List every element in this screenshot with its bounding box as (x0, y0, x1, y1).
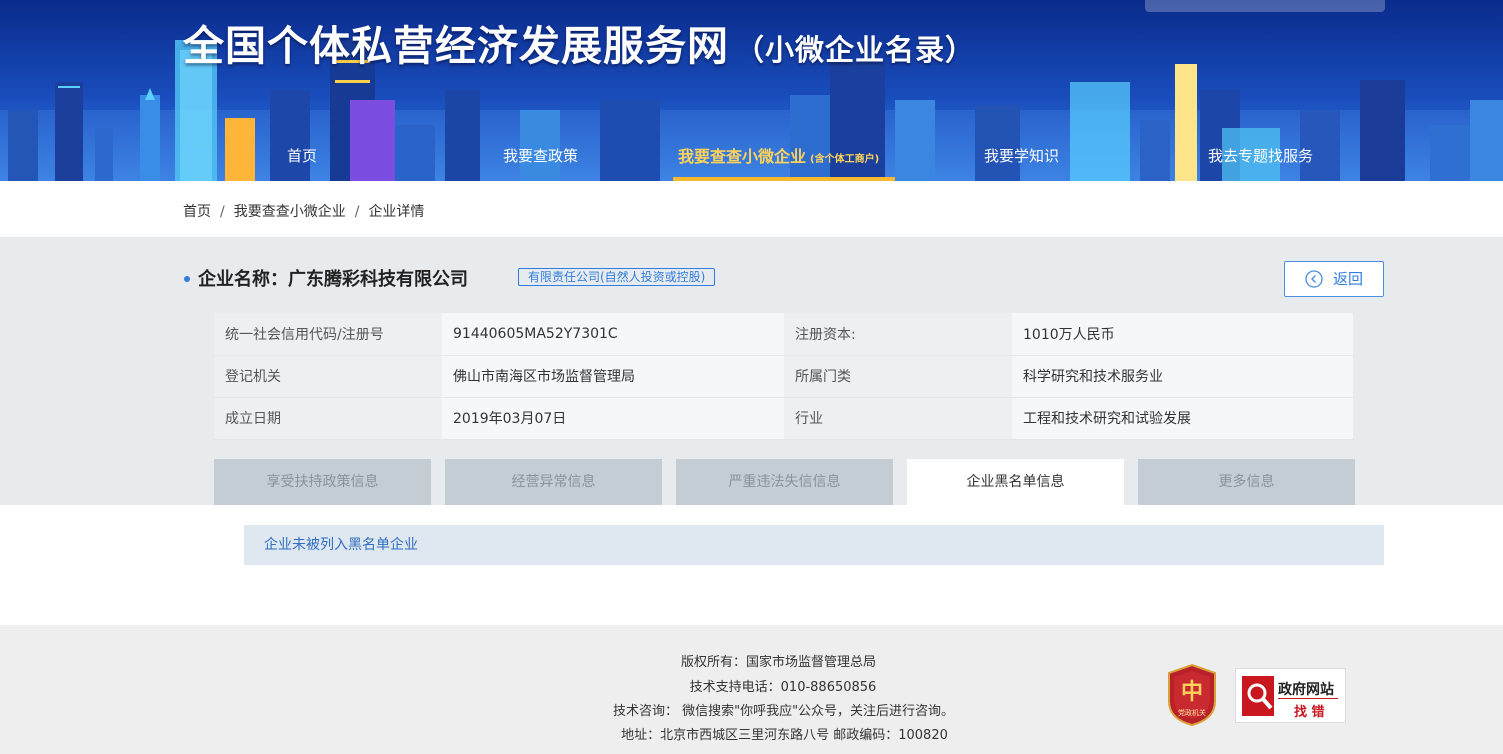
site-title: 全国个体私营经济发展服务网 （小微企业名录） (183, 12, 975, 72)
party-emblem-icon[interactable]: 中 党政机关 (1165, 663, 1219, 727)
table-row: 成立日期 2019年03月07日 行业 工程和技术研究和试验发展 (214, 397, 1353, 440)
label-category: 所属门类 (784, 355, 1012, 398)
party-badge-text: 党政机关 (1178, 708, 1206, 717)
bullet-dot (184, 276, 190, 282)
main-nav: 首页 我要查政策 我要查查小微企业 (含个体工商户) 我要学知识 我去专题找服务 (0, 132, 1503, 181)
nav-home[interactable]: 首页 (287, 132, 317, 181)
value-industry: 工程和技术研究和试验发展 (1012, 397, 1353, 440)
nav-knowledge[interactable]: 我要学知识 (984, 132, 1059, 181)
value-registered-capital: 1010万人民币 (1012, 313, 1353, 356)
value-registration-authority: 佛山市南海区市场监督管理局 (442, 355, 784, 398)
tab-more-info[interactable]: 更多信息 (1138, 459, 1355, 505)
table-row: 统一社会信用代码/注册号 91440605MA52Y7301C 注册资本: 10… (214, 313, 1353, 356)
footer-address: 地址：北京市西城区三里河东路八号 邮政编码：100820 (621, 728, 948, 743)
breadcrumb-separator: / (220, 204, 225, 220)
label-industry: 行业 (784, 397, 1012, 440)
tab-support-policy[interactable]: 享受扶持政策信息 (214, 459, 431, 505)
header-banner: 全国个体私营经济发展服务网 （小微企业名录） 首页 我要查政策 我要查查小微企业(… (0, 0, 1503, 181)
value-credit-code: 91440605MA52Y7301C (442, 313, 784, 356)
value-establish-date: 2019年03月07日 (442, 397, 784, 440)
breadcrumb: 首页 / 我要查查小微企业 / 企业详情 (183, 201, 424, 221)
label-establish-date: 成立日期 (214, 397, 442, 440)
gov-website-error-badge[interactable]: 政府网站 找 错 (1235, 668, 1346, 723)
nav-enterprise-search-sub: (含个体工商户) (810, 154, 880, 165)
company-name-label: 企业名称： (198, 269, 288, 290)
tab-serious-violation[interactable]: 严重违法失信信息 (676, 459, 893, 505)
site-title-main: 全国个体私营经济发展服务网 (183, 22, 729, 70)
company-name: 企业名称：广东腾彩科技有限公司 (198, 265, 468, 291)
nav-enterprise-search-label: 我要查查小微企业 (678, 147, 807, 166)
breadcrumb-separator: / (354, 204, 360, 220)
label-registration-authority: 登记机关 (214, 355, 442, 398)
company-info-table: 统一社会信用代码/注册号 91440605MA52Y7301C 注册资本: 10… (214, 313, 1353, 440)
label-registered-capital: 注册资本: (784, 313, 1012, 356)
top-search-box[interactable] (1145, 0, 1385, 12)
blacklist-result: 企业未被列入黑名单企业 (244, 525, 1384, 565)
site-subtitle: （小微企业名录） (735, 33, 976, 67)
breadcrumb-home[interactable]: 首页 (183, 204, 211, 220)
table-row: 登记机关 佛山市南海区市场监督管理局 所属门类 科学研究和技术服务业 (214, 355, 1353, 398)
value-category: 科学研究和技术服务业 (1012, 355, 1353, 398)
back-button-label: 返回 (1333, 270, 1364, 288)
nav-active-underline (673, 177, 895, 181)
company-name-value: 广东腾彩科技有限公司 (288, 269, 468, 290)
tab-abnormal-operation[interactable]: 经营异常信息 (445, 459, 662, 505)
nav-policy[interactable]: 我要查政策 (503, 132, 578, 181)
nav-enterprise-search[interactable]: 我要查查小微企业 (含个体工商户) (678, 132, 879, 181)
back-button[interactable]: 返回 (1284, 261, 1384, 297)
gov-badge-sub: 找 错 (1294, 705, 1325, 720)
label-credit-code: 统一社会信用代码/注册号 (214, 313, 442, 356)
company-type-badge: 有限责任公司(自然人投资或控股) (518, 268, 716, 286)
gov-badge-title: 政府网站 (1278, 682, 1334, 698)
tab-blacklist[interactable]: 企业黑名单信息 (907, 459, 1124, 505)
breadcrumb-enterprise-search[interactable]: 我要查查小微企业 (234, 204, 346, 220)
gov-search-icon (1242, 676, 1274, 716)
svg-text:中: 中 (1181, 680, 1203, 705)
nav-services[interactable]: 我去专题找服务 (1208, 132, 1313, 181)
gov-badge-divider (1278, 698, 1338, 699)
breadcrumb-current: 企业详情 (368, 204, 425, 220)
back-arrow-circle-icon (1305, 270, 1323, 288)
